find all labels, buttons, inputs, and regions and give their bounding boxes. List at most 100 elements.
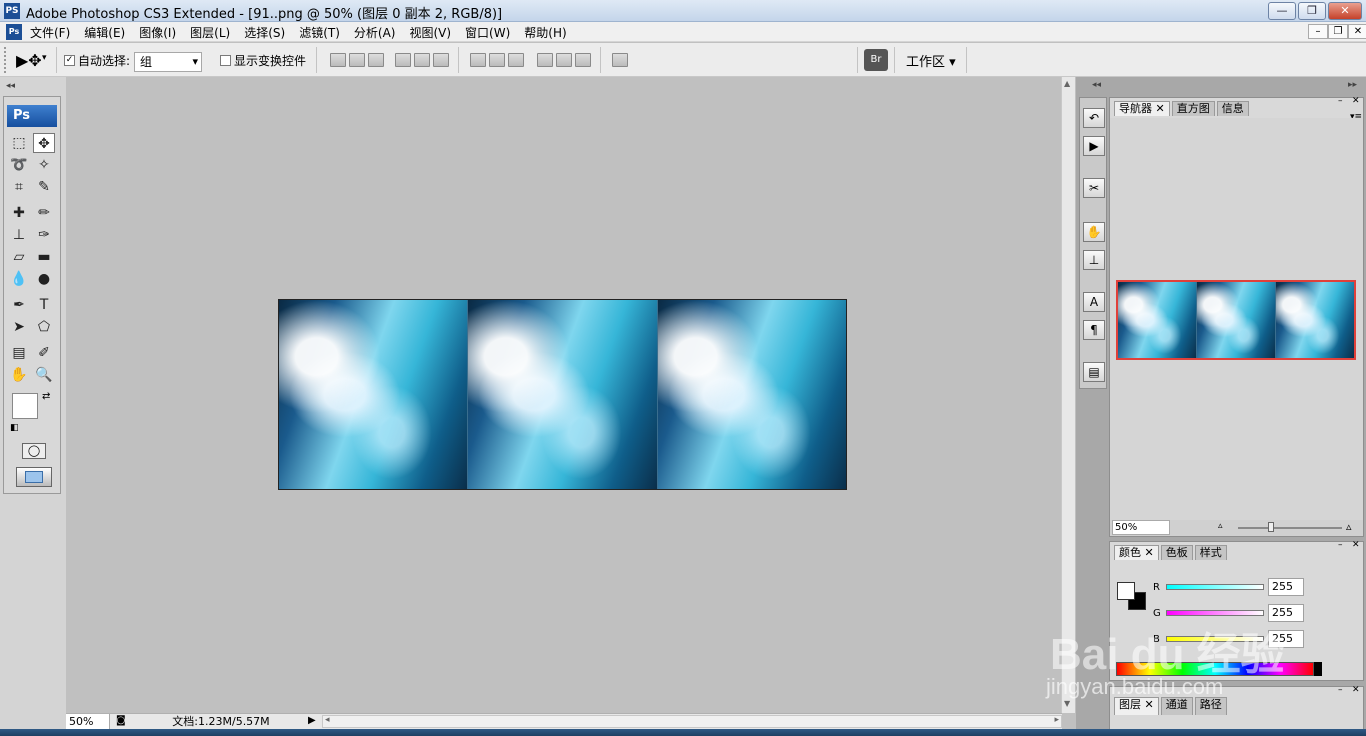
doc-minimize-icon[interactable]: –: [1308, 24, 1328, 39]
foreground-swatch[interactable]: [1117, 582, 1135, 600]
distribute-bottom-icon[interactable]: [508, 53, 524, 67]
menu-filter[interactable]: 滤镜(T): [299, 24, 340, 41]
magic-wand-tool-icon[interactable]: ✧: [33, 155, 55, 175]
dodge-tool-icon[interactable]: ●: [33, 269, 55, 289]
clone-source-panel-icon[interactable]: ⊥: [1083, 250, 1105, 270]
align-top-icon[interactable]: [330, 53, 346, 67]
actions-panel-icon[interactable]: ▶: [1083, 136, 1105, 156]
minimize-icon[interactable]: —: [1268, 2, 1296, 20]
menu-edit[interactable]: 编辑(E): [84, 24, 125, 41]
lasso-tool-icon[interactable]: ➰: [8, 155, 30, 175]
panel-close-icon[interactable]: ✕: [1352, 685, 1360, 695]
panel-close-icon[interactable]: ✕: [1352, 540, 1360, 550]
align-vcenter-icon[interactable]: [349, 53, 365, 67]
auto-align-layers-icon[interactable]: [612, 53, 628, 67]
notes-tool-icon[interactable]: ▤: [8, 343, 30, 363]
tab-navigator[interactable]: 导航器 ✕: [1114, 101, 1170, 116]
tab-histogram[interactable]: 直方图: [1171, 101, 1215, 116]
menu-help[interactable]: 帮助(H): [524, 24, 566, 41]
shape-tool-icon[interactable]: ⬠: [33, 317, 55, 337]
hand-tool-icon[interactable]: ✋: [8, 365, 30, 385]
menu-view[interactable]: 视图(V): [409, 24, 451, 41]
marquee-tool-icon[interactable]: ⬚: [8, 133, 30, 153]
grip-icon[interactable]: [4, 47, 10, 73]
foreground-color-swatch[interactable]: [12, 393, 38, 419]
eyedropper-tool-icon[interactable]: ✐: [33, 343, 55, 363]
navigator-zoom-field[interactable]: 50%: [1112, 520, 1170, 535]
type-tool-icon[interactable]: T: [33, 295, 55, 315]
expand-dock-icon[interactable]: ▸▸: [1348, 80, 1357, 90]
layer-comps-panel-icon[interactable]: ▤: [1083, 362, 1105, 382]
history-panel-icon[interactable]: ↶: [1083, 108, 1105, 128]
align-left-icon[interactable]: [395, 53, 411, 67]
zoom-field[interactable]: 50%: [66, 714, 110, 729]
distribute-vcenter-icon[interactable]: [489, 53, 505, 67]
menu-window[interactable]: 窗口(W): [465, 24, 510, 41]
screen-mode-icon[interactable]: [16, 467, 52, 487]
tab-info[interactable]: 信息: [1216, 101, 1249, 116]
show-transform-checkbox[interactable]: [220, 55, 231, 66]
gradient-tool-icon[interactable]: ▬: [33, 247, 55, 267]
doc-restore-icon[interactable]: ❐: [1328, 24, 1348, 39]
auto-select-checkbox[interactable]: ✓: [64, 55, 75, 66]
collapse-dock-icon[interactable]: ◂◂: [1092, 80, 1101, 90]
doc-close-icon[interactable]: ✕: [1348, 24, 1366, 39]
r-slider[interactable]: [1166, 584, 1264, 590]
panel-close-icon[interactable]: ✕: [1352, 96, 1360, 106]
align-right-icon[interactable]: [433, 53, 449, 67]
panel-minimize-icon[interactable]: –: [1338, 685, 1343, 695]
chevron-down-icon[interactable]: ▾: [42, 53, 47, 63]
zoom-slider-thumb[interactable]: [1268, 522, 1274, 532]
pen-tool-icon[interactable]: ✒: [8, 295, 30, 315]
scroll-down-icon[interactable]: ▼: [1064, 699, 1070, 708]
scroll-up-icon[interactable]: ▲: [1064, 79, 1070, 88]
brushes-panel-icon[interactable]: ✋: [1083, 222, 1105, 242]
move-tool-icon[interactable]: ✥: [33, 133, 55, 153]
default-colors-icon[interactable]: ◧: [10, 423, 19, 433]
menu-analysis[interactable]: 分析(A): [354, 24, 396, 41]
distribute-hcenter-icon[interactable]: [556, 53, 572, 67]
scroll-left-icon[interactable]: ◂: [325, 715, 330, 725]
status-icon[interactable]: ◙: [116, 715, 126, 726]
status-menu-icon[interactable]: ▶: [308, 715, 316, 726]
align-hcenter-icon[interactable]: [414, 53, 430, 67]
panel-minimize-icon[interactable]: –: [1338, 96, 1343, 106]
paragraph-panel-icon[interactable]: ¶: [1083, 320, 1105, 340]
brush-tool-icon[interactable]: ✏: [33, 203, 55, 223]
zoom-in-icon[interactable]: ▵: [1346, 520, 1352, 533]
restore-icon[interactable]: ❐: [1298, 2, 1326, 20]
menu-select[interactable]: 选择(S): [244, 24, 285, 41]
character-panel-icon[interactable]: A: [1083, 292, 1105, 312]
eraser-tool-icon[interactable]: ▱: [8, 247, 30, 267]
tab-color[interactable]: 颜色 ✕: [1114, 545, 1159, 560]
healing-brush-tool-icon[interactable]: ✚: [8, 203, 30, 223]
navigator-proxy-view[interactable]: [1116, 280, 1356, 360]
zoom-tool-icon[interactable]: 🔍: [33, 365, 55, 385]
document-canvas[interactable]: [278, 299, 847, 490]
panel-minimize-icon[interactable]: –: [1338, 540, 1343, 550]
slice-tool-icon[interactable]: ✎: [33, 177, 55, 197]
g-slider[interactable]: [1166, 610, 1264, 616]
distribute-right-icon[interactable]: [575, 53, 591, 67]
r-value[interactable]: 255: [1268, 578, 1304, 596]
blur-tool-icon[interactable]: 💧: [8, 269, 30, 289]
auto-select-dropdown[interactable]: 组: [134, 52, 202, 72]
tool-presets-panel-icon[interactable]: ✂: [1083, 178, 1105, 198]
move-tool-preset-icon[interactable]: ▶✥: [16, 51, 42, 70]
zoom-out-icon[interactable]: ▵: [1218, 521, 1223, 531]
swap-colors-icon[interactable]: ⇄: [42, 391, 50, 402]
horizontal-scrollbar[interactable]: ◂ ▸: [322, 715, 1062, 728]
tab-swatches[interactable]: 色板: [1160, 545, 1193, 560]
color-ramp-black[interactable]: [1314, 662, 1322, 676]
close-icon[interactable]: ✕: [1328, 2, 1362, 20]
document-icon[interactable]: Ps: [6, 24, 22, 40]
collapse-toolbox-icon[interactable]: ◂◂: [6, 81, 15, 91]
tab-styles[interactable]: 样式: [1194, 545, 1227, 560]
zoom-slider[interactable]: [1238, 527, 1342, 529]
distribute-top-icon[interactable]: [470, 53, 486, 67]
align-bottom-icon[interactable]: [368, 53, 384, 67]
workspace-button[interactable]: 工作区 ▾: [906, 51, 956, 70]
clone-stamp-tool-icon[interactable]: ⊥: [8, 225, 30, 245]
bridge-icon[interactable]: Br: [864, 49, 888, 71]
path-selection-tool-icon[interactable]: ➤: [8, 317, 30, 337]
